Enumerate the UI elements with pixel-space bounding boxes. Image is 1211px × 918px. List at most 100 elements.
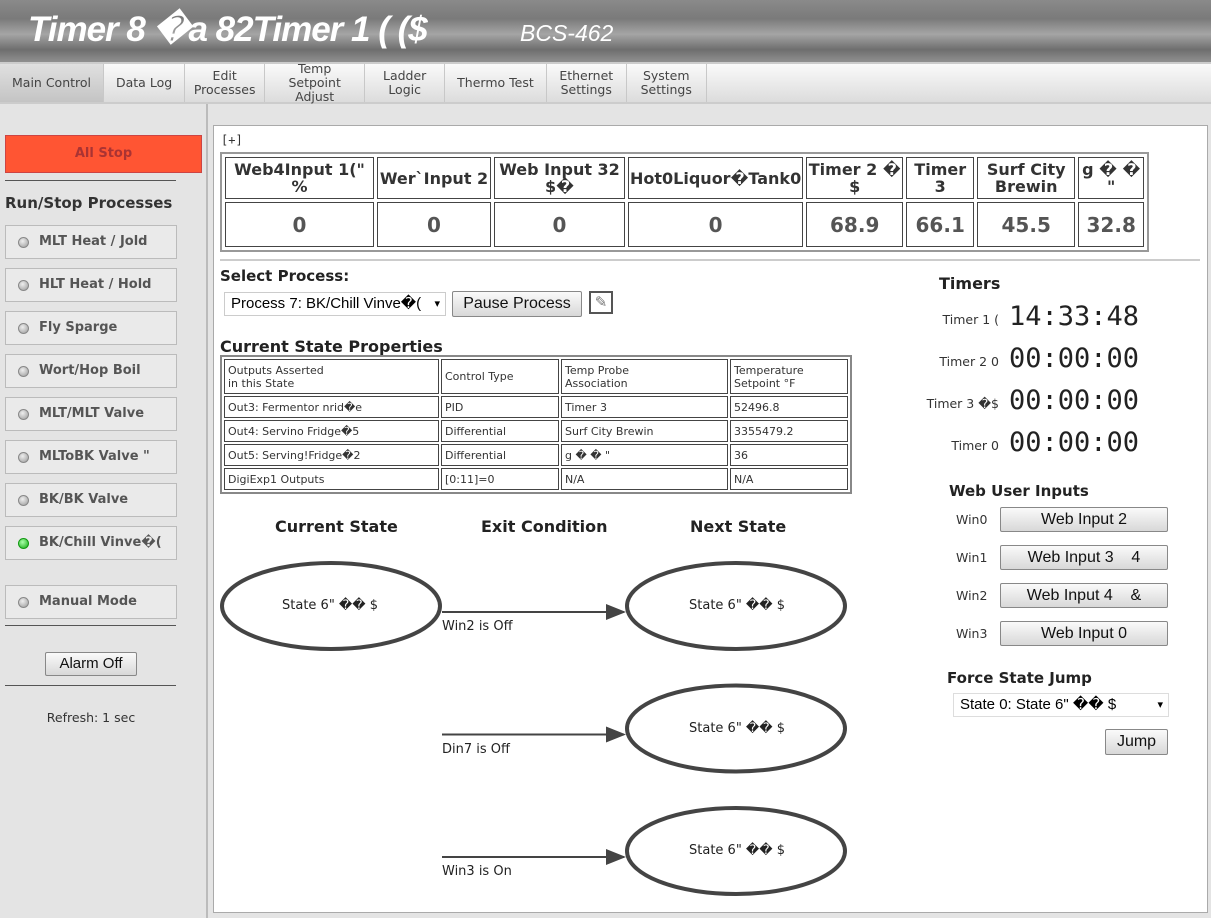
web-input-button[interactable]: Web Input 3 4 [1000, 545, 1168, 570]
process-label: MLT Heat / Jold [39, 234, 148, 249]
timer-label: Timer 0 [951, 438, 999, 453]
led-icon [18, 452, 29, 463]
state-cell: 36 [730, 444, 848, 466]
exit-condition-label: Win3 is On [442, 864, 512, 879]
timer-value: 00:00:00 [1009, 427, 1140, 458]
value-cell: 66.1 [906, 202, 975, 247]
timer-value: 00:00:00 [1009, 343, 1140, 374]
nav-tab-7[interactable]: System Settings [627, 64, 707, 102]
state-cell: [0:11]=0 [441, 468, 559, 490]
process-button[interactable]: Fly Sparge [5, 311, 177, 345]
value-cell: 0 [225, 202, 374, 247]
led-icon [18, 366, 29, 377]
next-state-label: State 6" �� $ [689, 598, 785, 613]
web-input-id: Win2 [956, 588, 988, 603]
state-header: Control Type [441, 359, 559, 394]
process-label: MLToBK Valve " [39, 449, 150, 464]
value-cell: 0 [377, 202, 491, 247]
timer-label: Timer 1 ( [942, 312, 999, 327]
process-label: Wort/Hop Boil [39, 363, 141, 378]
state-cell: Differential [441, 444, 559, 466]
nav-tab-5[interactable]: Thermo Test [445, 64, 547, 102]
model-name: BCS-462 [520, 20, 614, 46]
timer-value: 00:00:00 [1009, 385, 1140, 416]
exit-condition-heading: Exit Condition [481, 517, 608, 536]
led-icon [18, 597, 29, 608]
state-cell: Out5: Serving!Fridge�2 [224, 444, 439, 466]
run-stop-title: Run/Stop Processes [5, 194, 173, 212]
app-title: Timer 8 �a 82Timer 1 ( ($ [28, 10, 428, 49]
state-header: Temperature Setpoint °F [730, 359, 848, 394]
current-state-heading: Current State [275, 517, 398, 536]
value-header: Web4Input 1(" % [225, 157, 374, 199]
state-row: Out4: Servino Fridge�5 Differential Surf C… [224, 420, 848, 442]
process-label: BK/Chill Vinve�( [39, 535, 162, 550]
nav-tab-3[interactable]: Temp Setpoint Adjust [265, 62, 366, 104]
pause-process-button[interactable]: Pause Process [452, 291, 582, 317]
state-header: Outputs Asserted in this State [224, 359, 439, 394]
led-icon [18, 237, 29, 248]
process-button[interactable]: MLT/MLT Valve [5, 397, 177, 431]
led-icon [18, 323, 29, 334]
next-state-label: State 6" �� $ [689, 843, 785, 858]
force-state-select[interactable]: State 0: State 6" �� $ [953, 693, 1169, 717]
header: Timer 8 �a 82Timer 1 ( ($ BCS-462 [0, 0, 1211, 62]
process-button[interactable]: HLT Heat / Hold [5, 268, 177, 302]
alarm-off-button[interactable]: Alarm Off [45, 652, 137, 676]
value-header: Wer`Input 2 [377, 157, 491, 199]
pencil-icon[interactable]: ✎ [589, 291, 613, 314]
process-select[interactable]: Process 7: BK/Chill Vinve�( [224, 292, 446, 316]
nav-bar: Main Control Data Log Edit Processes Temp S… [0, 62, 1211, 104]
web-input-button[interactable]: Web Input 2 [1000, 507, 1168, 532]
state-cell: Out3: Fermentor nrid�e [224, 396, 439, 418]
web-input-button[interactable]: Web Input 4 & [1000, 583, 1168, 608]
exit-condition-label: Win2 is Off [442, 619, 513, 634]
state-header: Temp Probe Association [561, 359, 728, 394]
state-row: DigiExp1 Outputs [0:11]=0 N/A N/A [224, 468, 848, 490]
manual-mode-label: Manual Mode [39, 594, 137, 609]
state-cell: Surf City Brewin [561, 420, 728, 442]
process-button[interactable]: MLT Heat / Jold [5, 225, 177, 259]
nav-tab-0[interactable]: Main Control [0, 64, 104, 102]
timer-value: 14:33:48 [1009, 301, 1140, 332]
nav-tab-1[interactable]: Data Log [104, 64, 186, 102]
process-label: BK/BK Valve [39, 492, 129, 507]
state-cell: N/A [730, 468, 848, 490]
current-state-label: State 6" �� $ [282, 598, 378, 613]
expand-toggle[interactable]: [+] [221, 133, 243, 147]
process-button[interactable]: MLToBK Valve " [5, 440, 177, 474]
divider [5, 625, 176, 626]
value-header: Hot0Liquor�Tank0 [628, 157, 804, 199]
main-panel: [+] Web4Input 1(" % Wer`Input 2 Web Input … [213, 125, 1208, 913]
divider [220, 259, 1200, 261]
process-label: MLT/MLT Valve [39, 406, 145, 421]
process-label: Fly Sparge [39, 320, 118, 335]
nav-tab-6[interactable]: Ethernet Settings [547, 64, 627, 102]
state-cell: 3355479.2 [730, 420, 848, 442]
process-button[interactable]: Wort/Hop Boil [5, 354, 177, 388]
manual-mode-button[interactable]: Manual Mode [5, 585, 177, 619]
state-cell: Differential [441, 420, 559, 442]
timers-title: Timers [939, 274, 1001, 293]
jump-button[interactable]: Jump [1105, 729, 1168, 755]
web-input-id: Win0 [956, 512, 988, 527]
all-stop-button[interactable]: All Stop [5, 135, 202, 173]
values-table: Web4Input 1(" % Wer`Input 2 Web Input 32 $… [220, 152, 1150, 252]
process-button[interactable]: BK/Chill Vinve�( [5, 526, 177, 560]
nav-tab-4[interactable]: Ladder Logic [365, 64, 446, 102]
state-properties-title: Current State Properties [220, 337, 443, 356]
exit-condition-label: Din7 is Off [442, 741, 510, 757]
value-header: Timer 2 � $ [806, 157, 904, 199]
process-button[interactable]: BK/BK Valve [5, 483, 177, 517]
web-input-button[interactable]: Web Input 0 [1000, 621, 1168, 646]
value-header: Timer 3 [906, 157, 975, 199]
value-cell: 32.8 [1078, 202, 1145, 247]
led-icon [18, 280, 29, 291]
value-header: Surf City Brewin [977, 157, 1076, 199]
nav-tab-2[interactable]: Edit Processes [185, 64, 266, 102]
value-cell: 45.5 [977, 202, 1076, 247]
divider [5, 180, 176, 181]
state-row: Out5: Serving!Fridge�2 Differential g � � … [224, 444, 848, 466]
web-input-id: Win3 [956, 626, 988, 641]
state-cell: Out4: Servino Fridge�5 [224, 420, 439, 442]
